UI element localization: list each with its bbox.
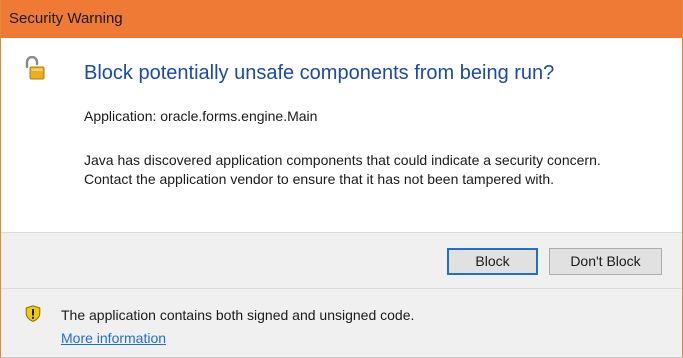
title-bar[interactable]: Security Warning: [1, 0, 682, 38]
more-information-link[interactable]: More information: [61, 329, 166, 347]
warning-shield-icon: [25, 305, 41, 322]
footer-panel: The application contains both signed and…: [1, 289, 682, 357]
window-title: Security Warning: [9, 10, 123, 27]
button-bar: Block Don't Block: [1, 232, 682, 289]
unlocked-padlock-icon: [25, 56, 45, 80]
dialog-heading: Block potentially unsafe components from…: [84, 62, 555, 84]
application-name: Application: oracle.forms.engine.Main: [84, 108, 318, 124]
block-button[interactable]: Block: [447, 248, 538, 275]
security-warning-dialog: Security Warning Block potentially unsaf…: [0, 0, 683, 358]
warning-description: Java has discovered application componen…: [84, 152, 601, 187]
dont-block-button[interactable]: Don't Block: [549, 248, 662, 275]
signed-unsigned-notice: The application contains both signed and…: [61, 307, 415, 323]
